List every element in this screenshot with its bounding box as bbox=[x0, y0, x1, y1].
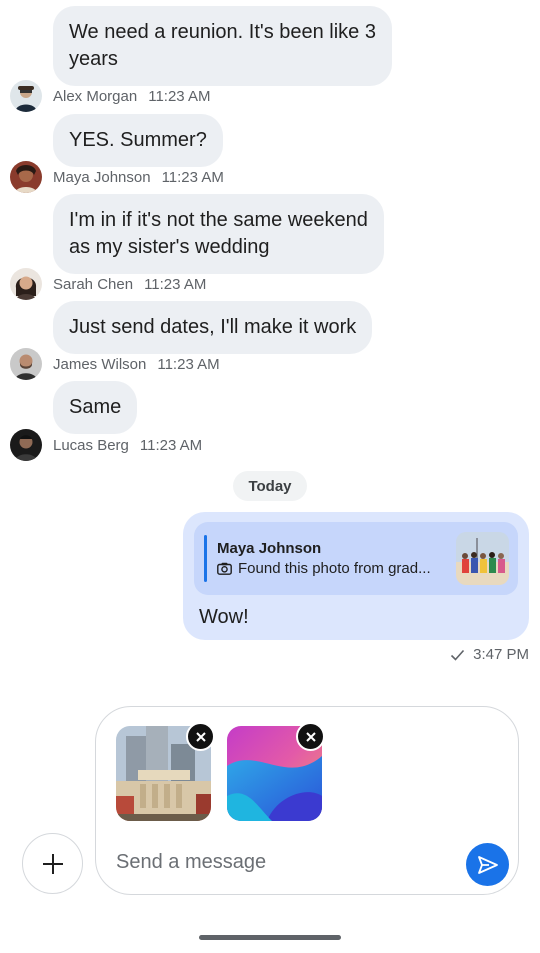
message-text-line: Just send dates, I'll make it work bbox=[69, 316, 357, 338]
avatar[interactable] bbox=[10, 348, 42, 380]
avatar[interactable] bbox=[10, 80, 42, 112]
message-list[interactable]: We need a reunion. It's been like 3 year… bbox=[0, 0, 540, 680]
reply-preview[interactable]: Maya Johnson Found this photo from grad.… bbox=[194, 522, 518, 595]
message-bubble[interactable]: I'm in if it's not the same weekend as m… bbox=[53, 194, 384, 274]
remove-attachment-button[interactable] bbox=[186, 722, 215, 751]
message-input[interactable] bbox=[116, 851, 446, 874]
sender-name: Sarah Chen bbox=[53, 275, 134, 293]
message-meta: Maya Johnson 11:23 AM bbox=[10, 161, 224, 193]
avatar[interactable] bbox=[10, 268, 42, 300]
message-composer[interactable] bbox=[95, 706, 519, 895]
message-text-line: as my sister's wedding bbox=[69, 236, 270, 258]
home-indicator[interactable] bbox=[199, 935, 341, 940]
plus-icon bbox=[42, 853, 63, 874]
reply-snippet: Found this photo from grad... bbox=[217, 560, 431, 577]
message-text-line: years bbox=[69, 48, 118, 70]
send-icon bbox=[477, 855, 498, 874]
sender-name: Maya Johnson bbox=[53, 168, 151, 186]
camera-icon bbox=[217, 562, 232, 575]
message-bubble[interactable]: Same bbox=[53, 381, 138, 434]
check-icon bbox=[451, 649, 465, 661]
message-time: 11:23 AM bbox=[161, 168, 224, 186]
message-text-line: Same bbox=[69, 396, 122, 418]
outgoing-message-bubble[interactable]: Maya Johnson Found this photo from grad.… bbox=[183, 512, 529, 640]
outgoing-message-text: Wow! bbox=[199, 606, 249, 628]
message-bubble[interactable]: We need a reunion. It's been like 3 year… bbox=[53, 6, 392, 86]
sender-name: Alex Morgan bbox=[53, 87, 138, 105]
day-divider: Today bbox=[233, 471, 307, 501]
close-icon bbox=[195, 731, 206, 742]
add-attachment-button[interactable] bbox=[22, 833, 83, 894]
avatar[interactable] bbox=[10, 161, 42, 193]
avatar[interactable] bbox=[10, 429, 42, 461]
message-meta: Lucas Berg 11:23 AM bbox=[10, 429, 202, 461]
message-meta: Sarah Chen 11:23 AM bbox=[10, 268, 206, 300]
sender-name: James Wilson bbox=[53, 355, 147, 373]
reply-snippet-text: Found this photo from grad... bbox=[238, 560, 431, 577]
message-time: 11:23 AM bbox=[139, 436, 203, 454]
message-time: 11:23 AM bbox=[157, 355, 220, 373]
close-icon bbox=[305, 731, 316, 742]
message-time: 11:23 AM bbox=[144, 275, 207, 293]
message-text-line: YES. Summer? bbox=[69, 129, 207, 151]
message-bubble[interactable]: YES. Summer? bbox=[53, 114, 223, 167]
send-button[interactable] bbox=[466, 843, 509, 886]
message-text-line: We need a reunion. It's been like 3 bbox=[69, 21, 376, 43]
message-meta: Alex Morgan 11:23 AM bbox=[10, 80, 210, 112]
sender-name: Lucas Berg bbox=[53, 436, 129, 454]
reply-photo-thumbnail bbox=[456, 532, 509, 585]
message-bubble[interactable]: Just send dates, I'll make it work bbox=[53, 301, 373, 354]
message-meta: James Wilson 11:23 AM bbox=[10, 348, 220, 380]
message-time: 11:23 AM bbox=[148, 87, 211, 105]
reply-author: Maya Johnson bbox=[217, 540, 322, 557]
message-status: 3:47 PM bbox=[450, 646, 529, 663]
message-text-line: I'm in if it's not the same weekend bbox=[69, 209, 368, 231]
remove-attachment-button[interactable] bbox=[296, 722, 325, 751]
reply-accent-bar bbox=[204, 535, 207, 582]
message-status-time: 3:47 PM bbox=[473, 646, 529, 663]
